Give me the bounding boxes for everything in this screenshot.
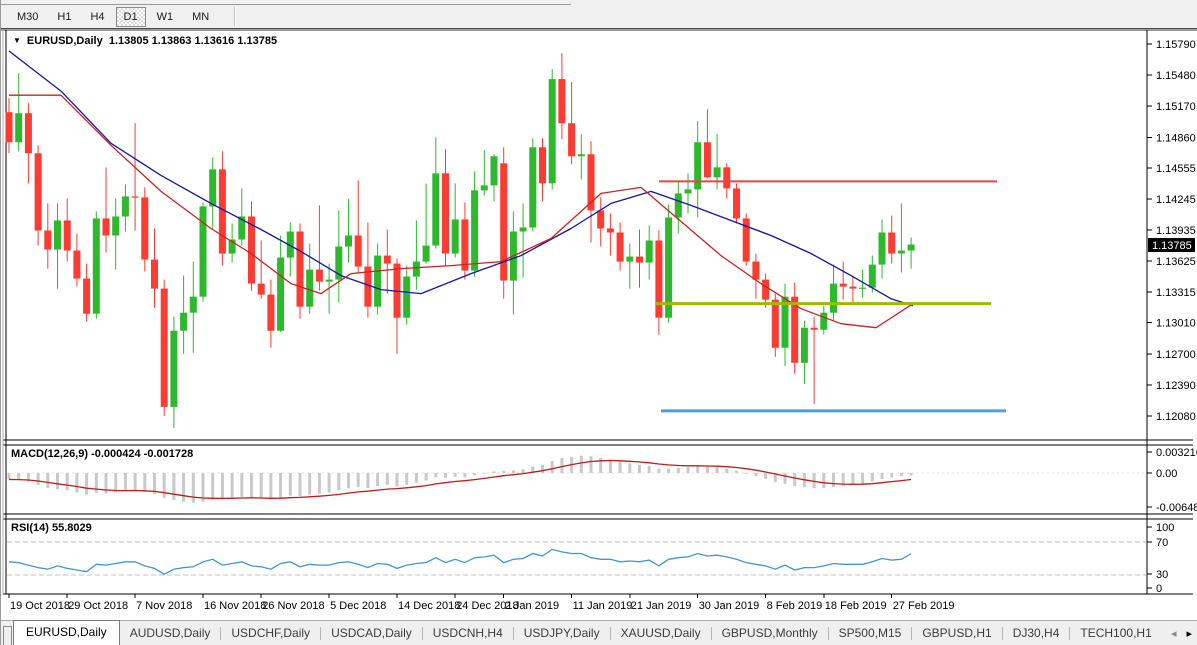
symbol-tab-usdcad-daily[interactable]: USDCAD,Daily — [321, 622, 422, 645]
svg-text:2 Jan 2019: 2 Jan 2019 — [505, 600, 559, 612]
chart-title: ▼ EURUSD,Daily 1.13805 1.13863 1.13616 1.… — [13, 35, 277, 47]
svg-text:70: 70 — [1156, 537, 1168, 549]
svg-text:27 Feb 2019: 27 Feb 2019 — [893, 600, 955, 612]
svg-text:1.13935: 1.13935 — [1156, 225, 1196, 237]
timeframe-button-MN[interactable]: MN — [184, 7, 217, 27]
svg-text:1.12700: 1.12700 — [1156, 349, 1196, 361]
tab-scroll-left-icon[interactable]: ◂ — [1171, 629, 1177, 640]
svg-text:5 Dec 2018: 5 Dec 2018 — [330, 600, 386, 612]
chart-canvas[interactable]: 1.15790 1.15480 1.15170 1.14860 1.14555 1.142… — [1, 0, 1197, 645]
svg-text:1.14860: 1.14860 — [1156, 132, 1196, 144]
svg-text:1.13625: 1.13625 — [1156, 256, 1196, 268]
trading-terminal-window: M30H1H4D1W1MN 1.15790 1.15480 1.15170 1.148… — [0, 0, 1197, 645]
symbol-tab-usdchf-daily[interactable]: USDCHF,Daily — [221, 622, 320, 645]
svg-text:8 Feb 2019: 8 Feb 2019 — [767, 600, 823, 612]
symbol-tab-eurusd-daily[interactable]: EURUSD,Daily — [13, 620, 120, 645]
svg-text:11 Jan 2019: 11 Jan 2019 — [573, 600, 633, 612]
tabbar-stub — [3, 626, 12, 645]
chart-ohlc-values: 1.13805 1.13863 1.13616 1.13785 — [109, 35, 277, 47]
timeframe-button-W1[interactable]: W1 — [149, 7, 182, 27]
svg-text:7 Nov 2018: 7 Nov 2018 — [136, 600, 192, 612]
timeframe-button-H4[interactable]: H4 — [82, 7, 112, 27]
svg-text:1.14245: 1.14245 — [1156, 194, 1196, 206]
tab-scroll-right-icon[interactable]: ▸ — [1186, 629, 1192, 640]
svg-text:21 Jan 2019: 21 Jan 2019 — [631, 600, 692, 612]
svg-text:1.13010: 1.13010 — [1156, 318, 1196, 330]
svg-text:14 Dec 2018: 14 Dec 2018 — [398, 600, 460, 612]
svg-text:1.14555: 1.14555 — [1156, 163, 1196, 175]
rsi-indicator-label: RSI(14) 55.8029 — [11, 522, 92, 534]
chart-symbol-label: EURUSD,Daily — [27, 35, 103, 47]
toolbar-separator — [234, 7, 236, 27]
symbol-tab-usdcnh-h4[interactable]: USDCNH,H4 — [423, 622, 513, 645]
symbol-tab-tech100-h1[interactable]: TECH100,H1 — [1070, 622, 1161, 645]
symbol-tabbar: EURUSD,DailyAUDUSD,DailyUSDCHF,DailyUSDC… — [1, 620, 1197, 645]
timeframe-button-D1[interactable]: D1 — [116, 7, 146, 27]
svg-text:18 Feb 2019: 18 Feb 2019 — [825, 600, 887, 612]
svg-text:30: 30 — [1156, 569, 1168, 581]
symbol-tab-xauusd-daily[interactable]: XAUUSD,Daily — [611, 622, 711, 645]
svg-text:1.13785: 1.13785 — [1152, 240, 1192, 252]
symbol-dropdown-icon[interactable]: ▼ — [13, 36, 21, 45]
symbol-tab-dj30-h4[interactable]: DJ30,H4 — [1003, 622, 1070, 645]
svg-text:16 Nov 2018: 16 Nov 2018 — [204, 600, 266, 612]
svg-text:1.15170: 1.15170 — [1156, 101, 1196, 113]
symbol-tab-usdjpy-daily[interactable]: USDJPY,Daily — [514, 622, 610, 645]
symbol-tab-sp500-m15[interactable]: SP500,M15 — [829, 622, 912, 645]
svg-text:29 Oct 2018: 29 Oct 2018 — [68, 600, 128, 612]
svg-text:-0.00648: -0.00648 — [1156, 502, 1197, 514]
symbol-tab-gbpusd-monthly[interactable]: GBPUSD,Monthly — [712, 622, 828, 645]
symbol-tab-audusd-daily[interactable]: AUDUSD,Daily — [120, 622, 221, 645]
timeframe-toolbar: M30H1H4D1W1MN — [1, 5, 1197, 29]
svg-text:1.13315: 1.13315 — [1156, 287, 1196, 299]
svg-text:0.00: 0.00 — [1156, 468, 1177, 480]
symbol-tab-gbpusd-h1[interactable]: GBPUSD,H1 — [912, 622, 1001, 645]
timeframe-button-H1[interactable]: H1 — [49, 7, 79, 27]
svg-text:1.12390: 1.12390 — [1156, 380, 1196, 392]
svg-text:30 Jan 2019: 30 Jan 2019 — [699, 600, 760, 612]
svg-text:1.12080: 1.12080 — [1156, 411, 1196, 423]
svg-text:100: 100 — [1156, 522, 1174, 534]
svg-text:1.15790: 1.15790 — [1156, 39, 1196, 51]
svg-text:0.003216: 0.003216 — [1156, 447, 1197, 459]
svg-text:26 Nov 2018: 26 Nov 2018 — [262, 600, 324, 612]
svg-text:0: 0 — [1156, 583, 1162, 595]
macd-indicator-label: MACD(12,26,9) -0.000424 -0.001728 — [11, 448, 193, 460]
timeframe-button-M30[interactable]: M30 — [9, 7, 46, 27]
svg-text:1.15480: 1.15480 — [1156, 70, 1196, 82]
svg-text:19 Oct 2018: 19 Oct 2018 — [10, 600, 70, 612]
